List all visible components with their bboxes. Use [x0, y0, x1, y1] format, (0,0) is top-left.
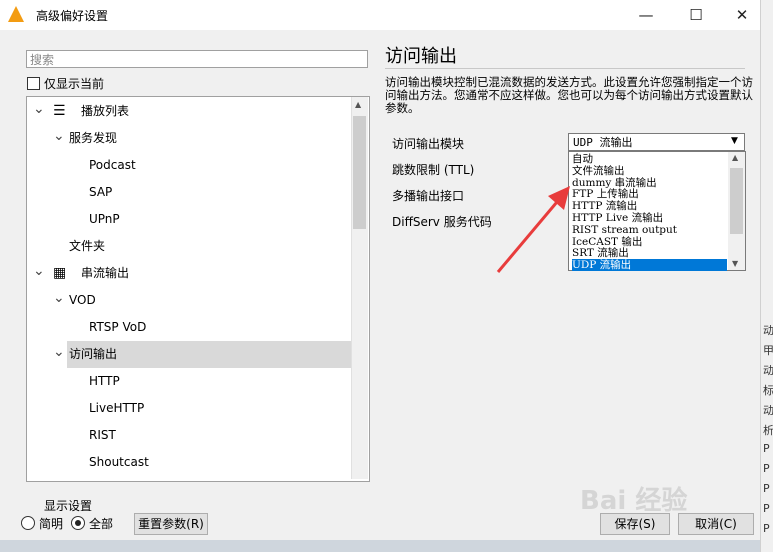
background-text-char: 标	[763, 384, 773, 397]
tree-item-label: HTTP	[89, 374, 120, 388]
tree-item-label: SAP	[89, 185, 113, 199]
tree-item-label: VOD	[69, 293, 96, 307]
maximize-button[interactable]: ☐	[673, 0, 719, 30]
background-text-char: 动	[763, 404, 773, 417]
tree-item-label: Shoutcast	[89, 455, 149, 469]
playlist-icon: ☰	[53, 103, 66, 119]
tree-item-label: 文件夹	[69, 239, 106, 253]
tree-item[interactable]: ⌄ 访问输出	[53, 341, 352, 368]
tree-item[interactable]: 文件夹	[27, 233, 352, 260]
preferences-tree: ⌄ ☰ 播放列表 ⌄ 服务发现 Podcast SAP UPnP 文件夹 ⌄ ▦ 串流输出 ⌄ VOD RT…	[26, 96, 370, 482]
tree-item[interactable]: ⌄ ☰ 播放列表	[27, 98, 352, 125]
all-radio[interactable]	[71, 516, 85, 530]
expand-chevron-icon[interactable]: ⌄	[33, 98, 45, 120]
cancel-button[interactable]: 取消(C)	[678, 513, 754, 535]
reset-preferences-button[interactable]: 重置参数(R)	[134, 513, 208, 535]
search-input[interactable]: 搜索	[26, 50, 368, 68]
show-current-label: 仅显示当前	[44, 77, 105, 91]
tree-item-label: 串流输出	[81, 266, 130, 280]
all-label: 全部	[89, 517, 114, 531]
dropdown-option[interactable]: HTTP Live 流输出	[572, 212, 727, 224]
tree-item[interactable]: RTSP VoD	[27, 314, 352, 341]
stream-output-icon: ▦	[53, 265, 67, 281]
vlc-cone-icon	[8, 6, 24, 22]
tree-item[interactable]: ⌄ ▦ 串流输出	[27, 260, 352, 287]
tree-scrollbar-thumb[interactable]	[353, 116, 366, 229]
background-text-char: P	[763, 462, 770, 475]
expand-chevron-icon[interactable]: ⌄	[33, 260, 45, 282]
expand-chevron-icon[interactable]: ⌄	[53, 125, 65, 147]
show-current-checkbox[interactable]	[27, 77, 40, 90]
chevron-down-icon[interactable]: ▼	[731, 136, 738, 146]
background-text-char: 甲	[763, 344, 773, 357]
dropdown-option[interactable]: HTTP 流输出	[572, 200, 727, 212]
tree-item-label: 服务发现	[69, 131, 118, 145]
dropdown-list: 自动 文件流输出 dummy 串流输出 FTP 上传输出 HTTP 流输出 HTTP Li…	[568, 151, 746, 272]
expand-chevron-icon[interactable]: ⌄	[53, 341, 65, 363]
dropdown-option[interactable]: 文件流输出	[572, 165, 727, 177]
tree-item[interactable]: LiveHTTP	[27, 395, 352, 422]
tree-item-label: UPnP	[89, 212, 120, 226]
tree-item[interactable]: ⌄ VOD	[27, 287, 352, 314]
tree-item[interactable]: RIST	[27, 422, 352, 449]
dropdown-option[interactable]: dummy 串流输出	[572, 177, 727, 189]
dropdown-option[interactable]: 自动	[572, 153, 727, 165]
tree-item[interactable]: Podcast	[27, 152, 352, 179]
dropdown-option[interactable]: RIST stream output	[572, 224, 727, 236]
module-label: 访问输出模块	[392, 137, 465, 151]
tree-item-label: RIST	[89, 428, 116, 442]
minimize-button[interactable]: —	[623, 0, 669, 30]
background-text-char: 动	[763, 324, 773, 337]
tree-item-label: 访问输出	[69, 347, 118, 361]
tree-item-label: RTSP VoD	[89, 320, 147, 334]
multicast-label: 多播输出接口	[392, 189, 465, 203]
tree-item[interactable]: Shoutcast	[27, 449, 352, 476]
red-arrow-annotation	[496, 186, 570, 273]
section-description: 访问输出模块控制已混流数据的发送方式。此设置允许您强制指定一个访问输出方法。您通…	[385, 75, 753, 115]
background-text-char: P	[763, 502, 770, 515]
simple-radio[interactable]	[21, 516, 35, 530]
dropdown-option[interactable]: UDP 流输出	[572, 259, 727, 272]
tree-item-label: LiveHTTP	[89, 401, 145, 415]
tree-item[interactable]: SAP	[27, 179, 352, 206]
ttl-label: 跳数限制 (TTL)	[392, 163, 475, 177]
dropdown-scrollbar-thumb[interactable]	[730, 168, 743, 234]
background-text-char: 析	[763, 424, 773, 437]
dropdown-option[interactable]: SRT 流输出	[572, 247, 727, 259]
background-text-char: 动	[763, 364, 773, 377]
tree-item[interactable]: UPnP	[27, 206, 352, 233]
combo-value: UDP 流输出	[573, 136, 633, 149]
background-text-char: P	[763, 522, 770, 535]
diffserv-label: DiffServ 服务代码	[392, 215, 492, 229]
dropdown-scroll-up[interactable]: ▲	[732, 153, 738, 162]
close-button[interactable]: ✕	[719, 0, 765, 30]
background-text-char: P	[763, 442, 770, 455]
expand-chevron-icon[interactable]: ⌄	[53, 287, 65, 309]
dropdown-scroll-down[interactable]: ▼	[732, 259, 738, 268]
section-title: 访问输出	[385, 46, 457, 67]
dropdown-option[interactable]: IceCAST 输出	[572, 236, 727, 248]
background-text-char: P	[763, 482, 770, 495]
tree-item[interactable]: HTTP	[27, 368, 352, 395]
taskbar-strip	[0, 540, 760, 552]
tree-item-label: 播放列表	[81, 104, 130, 118]
watermark: Bai 经验	[580, 486, 688, 516]
access-output-combo[interactable]: UDP 流输出	[568, 133, 745, 151]
display-settings-label: 显示设置	[44, 499, 93, 513]
simple-label: 简明	[39, 517, 64, 531]
window-title: 高级偏好设置	[36, 9, 109, 23]
tree-item[interactable]: ⌄ 服务发现	[27, 125, 352, 152]
dropdown-option[interactable]: FTP 上传输出	[572, 188, 727, 200]
section-divider	[385, 68, 745, 69]
scroll-up-arrow[interactable]: ▲	[355, 100, 361, 109]
tree-item-label: Podcast	[89, 158, 136, 172]
